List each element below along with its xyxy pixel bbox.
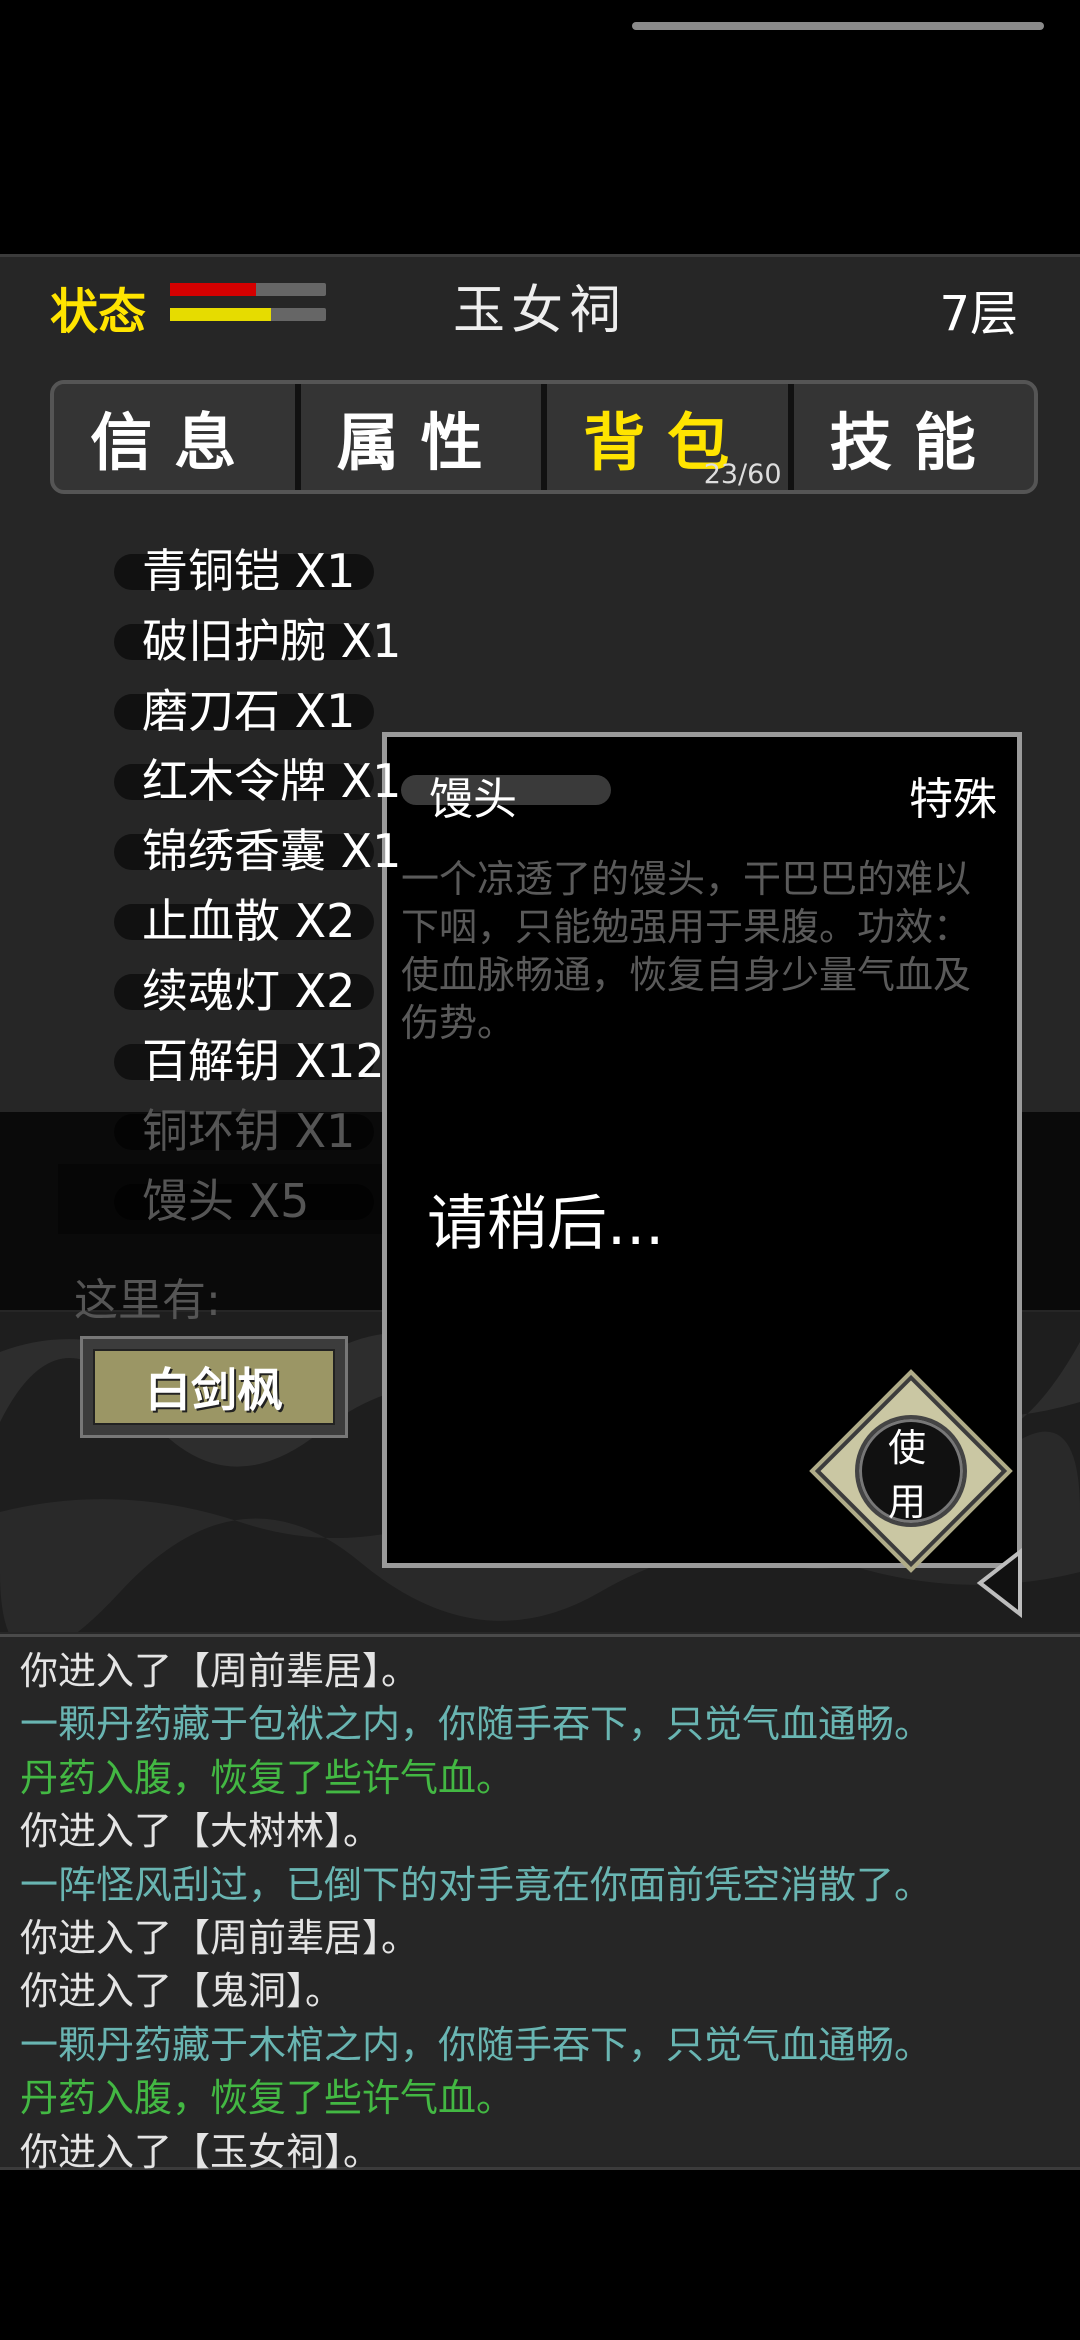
message-log: 你进入了【周前辈居】。 一颗丹药藏于包袱之内，你随手吞下，只觉气血通畅。 丹药入腹，… xyxy=(0,1634,1080,2174)
use-button-label: 使用 xyxy=(887,1426,926,1524)
item-name: 馒头 xyxy=(429,774,517,825)
location-title: 玉女祠 xyxy=(452,281,627,341)
log-line: 一阵怪风刮过，已倒下的对手竟在你面前凭空消散了。 xyxy=(20,1862,933,1907)
log-line: 你进入了【鬼洞】。 xyxy=(20,1969,344,2014)
inventory-item-label: 续魂灯 X2 xyxy=(142,964,356,1018)
log-line: 丹药入腹，恢复了些许气血。 xyxy=(20,2076,515,2121)
log-line: 你进入了【周前辈居】。 xyxy=(20,1916,420,1961)
inventory-item-label: 磨刀石 X1 xyxy=(142,684,356,738)
tab-backpack[interactable]: 背包 23/60 xyxy=(547,384,794,490)
npc-button[interactable]: 白剑枫 xyxy=(80,1336,348,1438)
tab-attributes-label: 属性 xyxy=(336,406,505,479)
item-detail-popup: 馒头 特殊 一个凉透了的馒头，干巴巴的难以下咽，只能勉强用于果腹。功效：使血脉畅… xyxy=(382,732,1022,1568)
log-line: 你进入了【周前辈居】。 xyxy=(20,1649,420,1693)
tab-bar: 信息 属性 背包 23/60 技能 xyxy=(50,380,1038,494)
inventory-item-label: 馒头 X5 xyxy=(142,1174,310,1228)
log-line: 一颗丹药藏于包袱之内，你随手吞下，只觉气血通畅。 xyxy=(20,1702,933,1747)
floor-indicator: 7层 xyxy=(939,286,1018,342)
backpack-count: 23/60 xyxy=(703,459,782,490)
item-description: 一个凉透了的馒头，干巴巴的难以下咽，只能勉强用于果腹。功效：使血脉畅通，恢复自身… xyxy=(401,857,972,1045)
inventory-item-label: 青铜铠 X1 xyxy=(142,544,356,598)
tab-info[interactable]: 信息 xyxy=(54,384,301,490)
log-line: 你进入了【玉女祠】。 xyxy=(20,2129,382,2174)
tab-skills-label: 技能 xyxy=(829,406,998,479)
inventory-item[interactable]: 青铜铠 X1 xyxy=(110,536,590,606)
log-line: 你进入了【大树林】。 xyxy=(20,1809,382,1854)
log-line: 丹药入腹，恢复了些许气血。 xyxy=(20,1755,515,1800)
tab-skills[interactable]: 技能 xyxy=(794,384,1035,490)
item-type: 特殊 xyxy=(909,774,997,825)
log-line: 一颗丹药藏于木棺之内，你随手吞下，只觉气血通畅。 xyxy=(20,2022,933,2067)
npc-button-label: 白剑枫 xyxy=(93,1349,335,1425)
use-button[interactable]: 使用 xyxy=(814,1374,1008,1568)
tab-info-label: 信息 xyxy=(90,406,259,479)
home-indicator xyxy=(632,22,1044,30)
inventory-item-label: 破旧护腕 X1 xyxy=(142,614,402,668)
tab-attributes[interactable]: 属性 xyxy=(301,384,547,490)
inventory-item-label: 锦绣香囊 X1 xyxy=(142,824,402,878)
inventory-item[interactable]: 破旧护腕 X1 xyxy=(110,606,590,676)
inventory-item-label: 止血散 X2 xyxy=(142,894,356,948)
back-arrow-icon[interactable] xyxy=(976,1548,1024,1618)
inventory-item-label: 铜环钥 X1 xyxy=(142,1104,356,1158)
inventory-item-label: 红木令牌 X1 xyxy=(142,754,402,808)
loading-text: 请稍后... xyxy=(427,1189,665,1259)
inventory-item-label: 百解钥 X12 xyxy=(142,1034,385,1088)
here-label: 这里有: xyxy=(74,1275,221,1326)
